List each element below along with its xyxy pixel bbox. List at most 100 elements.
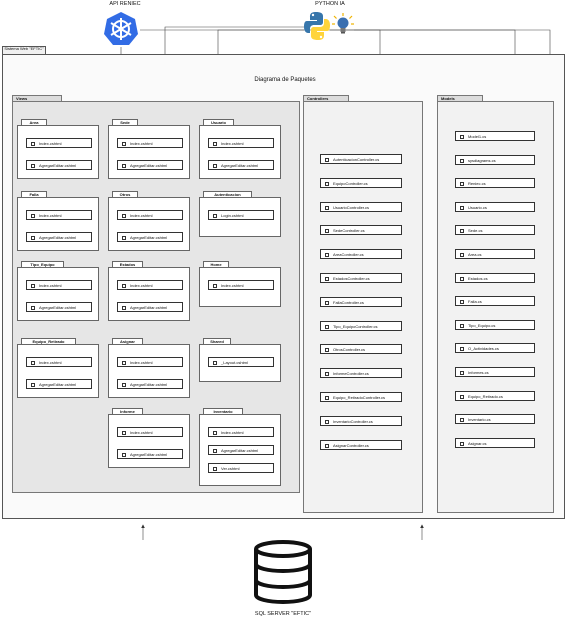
view-file: AgregarEditar.cshtml <box>26 232 92 242</box>
controller-class: AsignarController.cs <box>320 439 402 450</box>
controller-class: Tipo_EquipoController.cs <box>320 320 402 331</box>
class-label: EstadosController.cs <box>333 276 370 281</box>
subpackage-tab: Informe <box>112 408 143 415</box>
class-label: Area.cs <box>468 252 482 257</box>
model-class: Reniec.cs <box>455 178 535 189</box>
class-icon <box>460 418 464 423</box>
subpackage-tab: Usuario <box>203 119 234 126</box>
class-icon <box>460 347 464 352</box>
class-icon <box>460 229 464 234</box>
model-class: Sede.cs <box>455 225 535 236</box>
class-icon <box>325 158 329 162</box>
class-icon <box>122 453 126 457</box>
class-icon <box>31 214 35 218</box>
controller-class: FallaController.cs <box>320 296 402 307</box>
class-icon <box>325 253 329 258</box>
class-label: Index.cshtml <box>130 360 153 365</box>
diagram-title: Diagrama de Paquetes <box>254 77 316 83</box>
class-label: Index.cshtml <box>221 141 244 146</box>
class-icon <box>325 229 329 234</box>
view-file: Index.cshtml <box>26 280 92 290</box>
class-icon <box>122 236 126 240</box>
class-label: EquipoController.cs <box>333 180 368 186</box>
class-label: Equipo_RetiradoController.cs <box>333 395 386 400</box>
model-class: Informes.cs <box>455 367 535 377</box>
class-label: Model1.cs <box>468 134 487 139</box>
model-class: O_Actividades.cs <box>455 343 535 354</box>
view-file: AgregarEditar.cshtml <box>208 445 274 455</box>
python-icon <box>304 11 330 41</box>
model-class: Model1.cs <box>455 131 535 141</box>
class-icon <box>460 135 464 139</box>
kubernetes-icon <box>103 11 139 47</box>
view-file: AgregarEditar.cshtml <box>117 449 183 459</box>
subpackage-tab: Estados <box>112 261 143 268</box>
class-label: AgregarEditar.cshtml <box>130 163 168 168</box>
class-icon <box>460 441 464 446</box>
subpackage-tab: Asignar <box>112 338 143 345</box>
model-class: sysdiagrams.cs <box>455 154 535 165</box>
class-label: UsuarioController.cs <box>333 204 370 210</box>
controller-class: OtrosController.cs <box>320 344 402 355</box>
view-file: AgregarEditar.cshtml <box>117 160 183 170</box>
controller-class: EquipoController.cs <box>320 177 402 188</box>
class-icon <box>122 361 126 365</box>
model-class: Asignar.cs <box>455 437 535 448</box>
subpackage-tab: Home <box>203 261 229 268</box>
class-icon <box>460 182 464 187</box>
class-label: Usuario.cs <box>468 204 487 210</box>
class-label: Equipo_Retirado.cs <box>468 393 503 399</box>
class-label: Inventario.cs <box>468 417 491 423</box>
view-file: Index.cshtml <box>117 357 183 367</box>
class-icon <box>31 236 35 240</box>
class-icon <box>325 419 329 424</box>
view-file: Index.cshtml <box>26 138 92 148</box>
model-class: Inventario.cs <box>455 414 535 425</box>
view-file: AgregarEditar.cshtml <box>26 379 92 389</box>
controller-class: UsuarioController.cs <box>320 201 402 212</box>
class-icon <box>325 181 329 186</box>
controller-class: AutenticacionController.cs <box>320 154 402 164</box>
class-label: AgregarEditar.cshtml <box>130 235 168 240</box>
class-label: AgregarEditar.cshtml <box>221 448 259 453</box>
view-file: Index.cshtml <box>208 280 274 290</box>
view-file: Index.cshtml <box>117 427 183 437</box>
view-file: AgregarEditar.cshtml <box>208 160 274 170</box>
controller-class: SedeController.cs <box>320 225 402 236</box>
class-label: Sede.cs <box>468 228 483 234</box>
model-class: Tipo_Equipo.cs <box>455 319 535 330</box>
system-tab: Sistema Web "EFTIC" <box>2 46 46 55</box>
subpackage-tab: Otros <box>112 191 138 198</box>
class-label: Index.cshtml <box>221 430 244 435</box>
view-file: Index.cshtml <box>26 357 92 367</box>
class-label: OtrosController.cs <box>333 347 366 353</box>
class-icon <box>213 431 217 435</box>
class-icon <box>122 383 126 387</box>
class-icon <box>325 348 329 353</box>
class-label: Reniec.cs <box>468 181 486 187</box>
class-label: InformeController.cs <box>333 371 369 377</box>
subpackage-tab: Tipo_Equipo <box>21 261 64 268</box>
class-icon <box>122 142 126 146</box>
class-icon <box>325 443 329 448</box>
class-icon <box>122 431 126 435</box>
class-icon <box>213 164 217 168</box>
view-file: AgregarEditar.cshtml <box>117 379 183 389</box>
class-icon <box>122 306 126 310</box>
controller-class: Equipo_RetiradoController.cs <box>320 392 402 402</box>
class-icon <box>31 142 35 146</box>
view-file: Ver.cshtml <box>208 463 274 473</box>
class-icon <box>31 164 35 168</box>
class-label: AgregarEditar.cshtml <box>39 305 77 310</box>
class-icon <box>213 467 217 471</box>
view-file: Index.cshtml <box>208 427 274 437</box>
class-icon <box>325 372 329 377</box>
class-icon <box>325 277 329 281</box>
class-label: Index.cshtml <box>130 213 153 218</box>
class-icon <box>460 205 464 210</box>
subpackage-tab: Sede <box>112 119 138 126</box>
subpackage-tab: Shared <box>203 338 231 345</box>
class-label: Falla.cs <box>468 299 482 305</box>
class-icon <box>213 142 217 146</box>
view-file: AgregarEditar.cshtml <box>117 232 183 242</box>
